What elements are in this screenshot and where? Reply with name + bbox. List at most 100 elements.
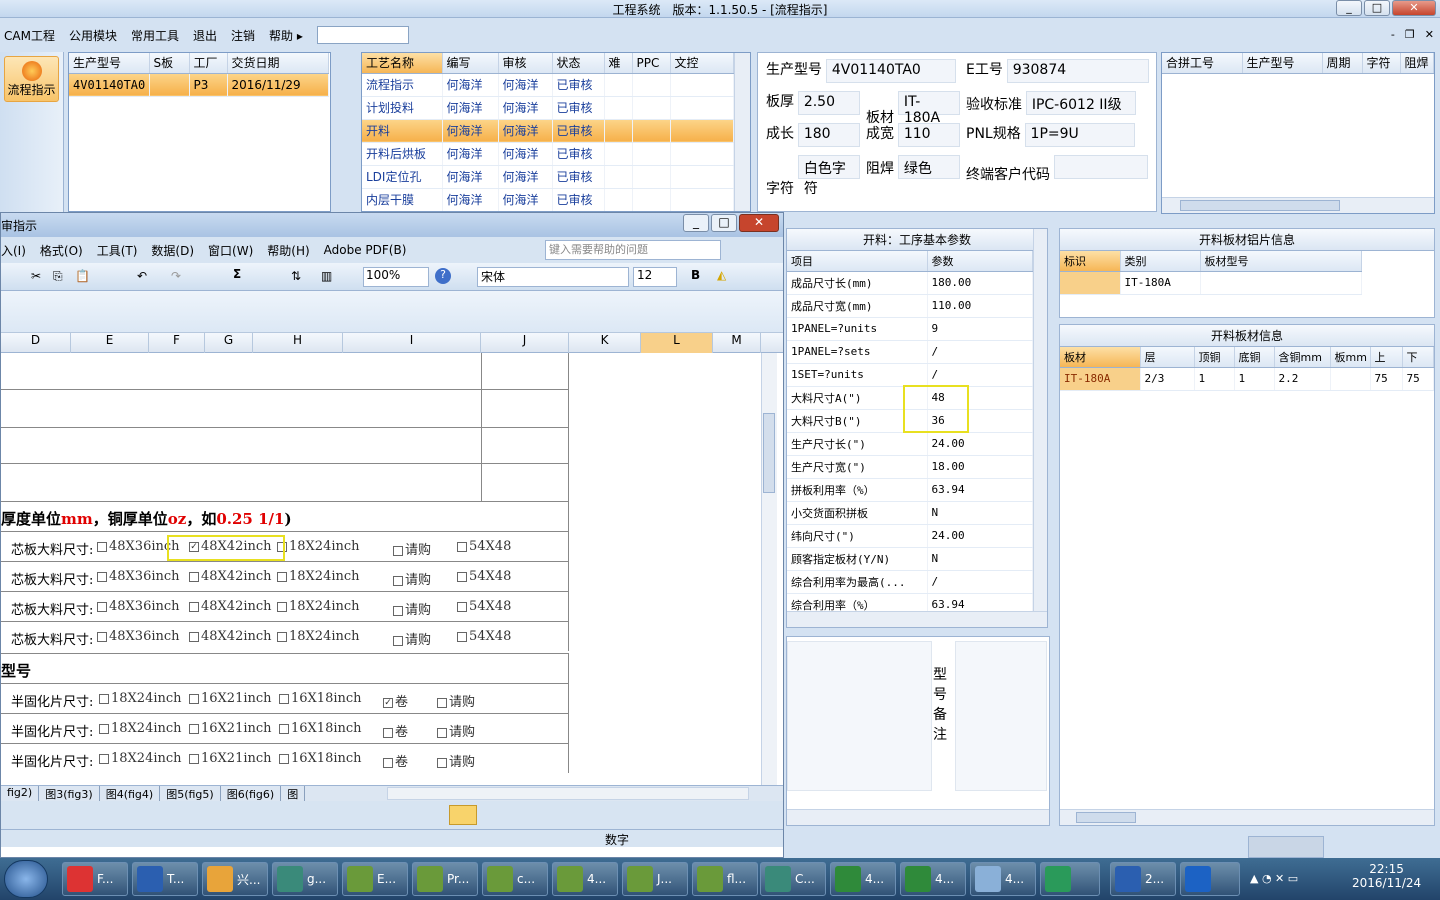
col-alu-flag[interactable]: 标识 bbox=[1060, 251, 1121, 272]
checkbox[interactable] bbox=[97, 601, 107, 612]
remarks-textarea[interactable] bbox=[787, 641, 932, 791]
column-header-k[interactable]: K bbox=[569, 333, 641, 353]
col-merge-cycle[interactable]: 周期 bbox=[1322, 53, 1363, 74]
mdi-close[interactable]: ✕ bbox=[1425, 28, 1434, 41]
prepreg-size-option[interactable]: 卷 bbox=[383, 751, 408, 770]
params-hscroll[interactable] bbox=[787, 611, 1047, 627]
fontsize-select[interactable]: 12 bbox=[633, 267, 677, 287]
excel-close-button[interactable]: ✕ bbox=[739, 214, 779, 232]
sort-icon[interactable]: ⇅ bbox=[291, 269, 301, 283]
col-board-withcu[interactable]: 含铜mm bbox=[1274, 347, 1331, 368]
checkbox[interactable] bbox=[99, 723, 109, 734]
sheet-tab[interactable]: 图6(fig6) bbox=[221, 786, 282, 801]
col-param[interactable]: 参数 bbox=[927, 251, 1033, 272]
checkbox[interactable] bbox=[277, 601, 287, 612]
table-row[interactable]: 生产尺寸长(") 24.00 bbox=[787, 432, 1033, 456]
core-size-option[interactable]: 54X48 bbox=[457, 629, 511, 644]
checkbox[interactable] bbox=[383, 757, 393, 768]
col-doc[interactable]: 文控 bbox=[670, 53, 734, 74]
col-board-layer[interactable]: 层 bbox=[1140, 347, 1195, 368]
col-delivery[interactable]: 交货日期 bbox=[227, 53, 329, 74]
table-row[interactable]: 综合利用率为最高(... / bbox=[787, 570, 1033, 594]
checkbox[interactable]: ✓ bbox=[383, 697, 393, 708]
checkbox[interactable] bbox=[383, 727, 393, 738]
checkbox[interactable] bbox=[277, 571, 287, 582]
checkbox[interactable] bbox=[457, 601, 467, 612]
prepreg-size-option[interactable]: 16X21inch bbox=[189, 691, 272, 706]
checkbox[interactable] bbox=[393, 605, 403, 616]
col-merge-model[interactable]: 生产型号 bbox=[1242, 53, 1323, 74]
checkbox[interactable] bbox=[437, 727, 447, 738]
checkbox[interactable] bbox=[189, 571, 199, 582]
excel-menu-format[interactable]: 格式(O) bbox=[40, 242, 83, 259]
core-size-option[interactable]: 48X36inch bbox=[97, 569, 180, 584]
table-row[interactable]: 内层干膜 何海洋 何海洋 已审核 bbox=[362, 188, 734, 211]
taskbar-item[interactable]: T... bbox=[132, 862, 198, 896]
prepreg-size-option[interactable]: 16X18inch bbox=[279, 691, 362, 706]
taskbar-item[interactable]: c... bbox=[482, 862, 548, 896]
taskbar-item[interactable]: F... bbox=[62, 862, 128, 896]
table-row[interactable]: 成品尺寸长(mm) 180.00 bbox=[787, 271, 1033, 295]
sheet-tab[interactable]: fig2) bbox=[1, 786, 40, 801]
checkbox[interactable] bbox=[97, 541, 107, 552]
col-factory[interactable]: 工厂 bbox=[189, 53, 228, 74]
prepreg-size-option[interactable]: 请购 bbox=[437, 721, 475, 740]
core-size-option[interactable]: 54X48 bbox=[457, 599, 511, 614]
table-row[interactable]: 1PANEL=?sets / bbox=[787, 340, 1033, 364]
col-board-mm[interactable]: 板mm bbox=[1330, 347, 1371, 368]
prepreg-size-option[interactable]: ✓ 卷 bbox=[383, 691, 408, 710]
process-scrollbar[interactable] bbox=[734, 53, 750, 211]
core-size-option[interactable]: 请购 bbox=[393, 569, 431, 588]
excel-menu-pdf[interactable]: Adobe PDF(B) bbox=[324, 243, 407, 257]
remarks-textarea-2[interactable] bbox=[955, 641, 1047, 791]
col-board-botcu[interactable]: 底铜 bbox=[1234, 347, 1275, 368]
col-process-name[interactable]: 工艺名称 bbox=[362, 53, 443, 74]
table-row[interactable]: 流程指示 何海洋 何海洋 已审核 bbox=[362, 73, 734, 97]
checkbox[interactable] bbox=[457, 541, 467, 552]
params-scrollbar[interactable] bbox=[1033, 229, 1047, 613]
board-hscroll[interactable] bbox=[1060, 809, 1434, 825]
prepreg-size-option[interactable]: 请购 bbox=[437, 691, 475, 710]
copy-icon[interactable]: ⎘ bbox=[53, 269, 63, 284]
column-header-f[interactable]: F bbox=[149, 333, 205, 353]
help-search-input[interactable]: 键入需要帮助的问题 bbox=[545, 240, 721, 260]
checkbox[interactable] bbox=[189, 601, 199, 612]
checkbox[interactable] bbox=[457, 631, 467, 642]
sum-icon[interactable]: Σ bbox=[233, 267, 241, 281]
clock[interactable]: 22:15 2016/11/24 bbox=[1352, 862, 1421, 890]
menu-exit[interactable]: 退出 bbox=[193, 27, 217, 44]
checkbox[interactable] bbox=[189, 753, 199, 764]
minimize-button[interactable]: _ bbox=[1336, 0, 1362, 16]
checkbox[interactable] bbox=[279, 723, 289, 734]
column-header-d[interactable]: D bbox=[1, 333, 71, 353]
core-size-option[interactable]: 18X24inch bbox=[277, 569, 360, 584]
column-header-l[interactable]: L bbox=[641, 333, 713, 353]
core-size-option[interactable]: 请购 bbox=[393, 539, 431, 558]
taskbar-item[interactable]: Pr... bbox=[412, 862, 478, 896]
mdi-minimize[interactable]: - bbox=[1391, 28, 1395, 41]
help-icon[interactable]: ? bbox=[435, 268, 451, 284]
column-header-i[interactable]: I bbox=[343, 333, 481, 353]
core-size-option[interactable]: 请购 bbox=[393, 599, 431, 618]
prepreg-size-option[interactable]: 16X18inch bbox=[279, 721, 362, 736]
checkbox[interactable] bbox=[437, 697, 447, 708]
checkbox[interactable] bbox=[393, 635, 403, 646]
table-row[interactable]: IT-180A 2/3 1 1 2.2 75 75 bbox=[1060, 367, 1434, 391]
checkbox[interactable] bbox=[99, 753, 109, 764]
col-ppc[interactable]: PPC bbox=[632, 53, 671, 74]
checkbox[interactable] bbox=[97, 571, 107, 582]
col-merge-legend[interactable]: 字符 bbox=[1362, 53, 1401, 74]
flow-button[interactable]: 流程指示 bbox=[4, 56, 59, 102]
excel-menu-help[interactable]: 帮助(H) bbox=[267, 242, 309, 259]
checkbox[interactable] bbox=[189, 723, 199, 734]
font-select[interactable]: 宋体 bbox=[477, 267, 629, 287]
bold-button[interactable]: B bbox=[691, 268, 700, 282]
menu-common-module[interactable]: 公用模块 bbox=[69, 27, 117, 44]
checkbox[interactable] bbox=[393, 575, 403, 586]
taskbar-item[interactable]: 4... bbox=[900, 862, 966, 896]
core-size-option[interactable]: 请购 bbox=[393, 629, 431, 648]
maximize-button[interactable]: □ bbox=[1364, 0, 1390, 16]
taskbar-item[interactable]: C... bbox=[760, 862, 826, 896]
excel-menu-data[interactable]: 数据(D) bbox=[151, 242, 194, 259]
checkbox[interactable] bbox=[437, 757, 447, 768]
